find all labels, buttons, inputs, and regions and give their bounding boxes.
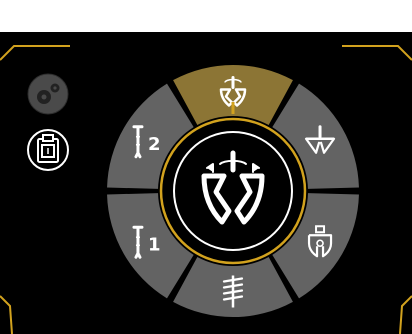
segment-label: 2 [148, 134, 161, 155]
center-hub[interactable] [159, 117, 307, 265]
clipboard-icon [37, 134, 59, 163]
tool-selector-screen: 12 [0, 0, 412, 334]
top-bar [0, 0, 412, 32]
clipboard-button[interactable] [27, 129, 69, 171]
segment-label: 1 [148, 234, 161, 255]
settings-button[interactable] [27, 73, 69, 115]
